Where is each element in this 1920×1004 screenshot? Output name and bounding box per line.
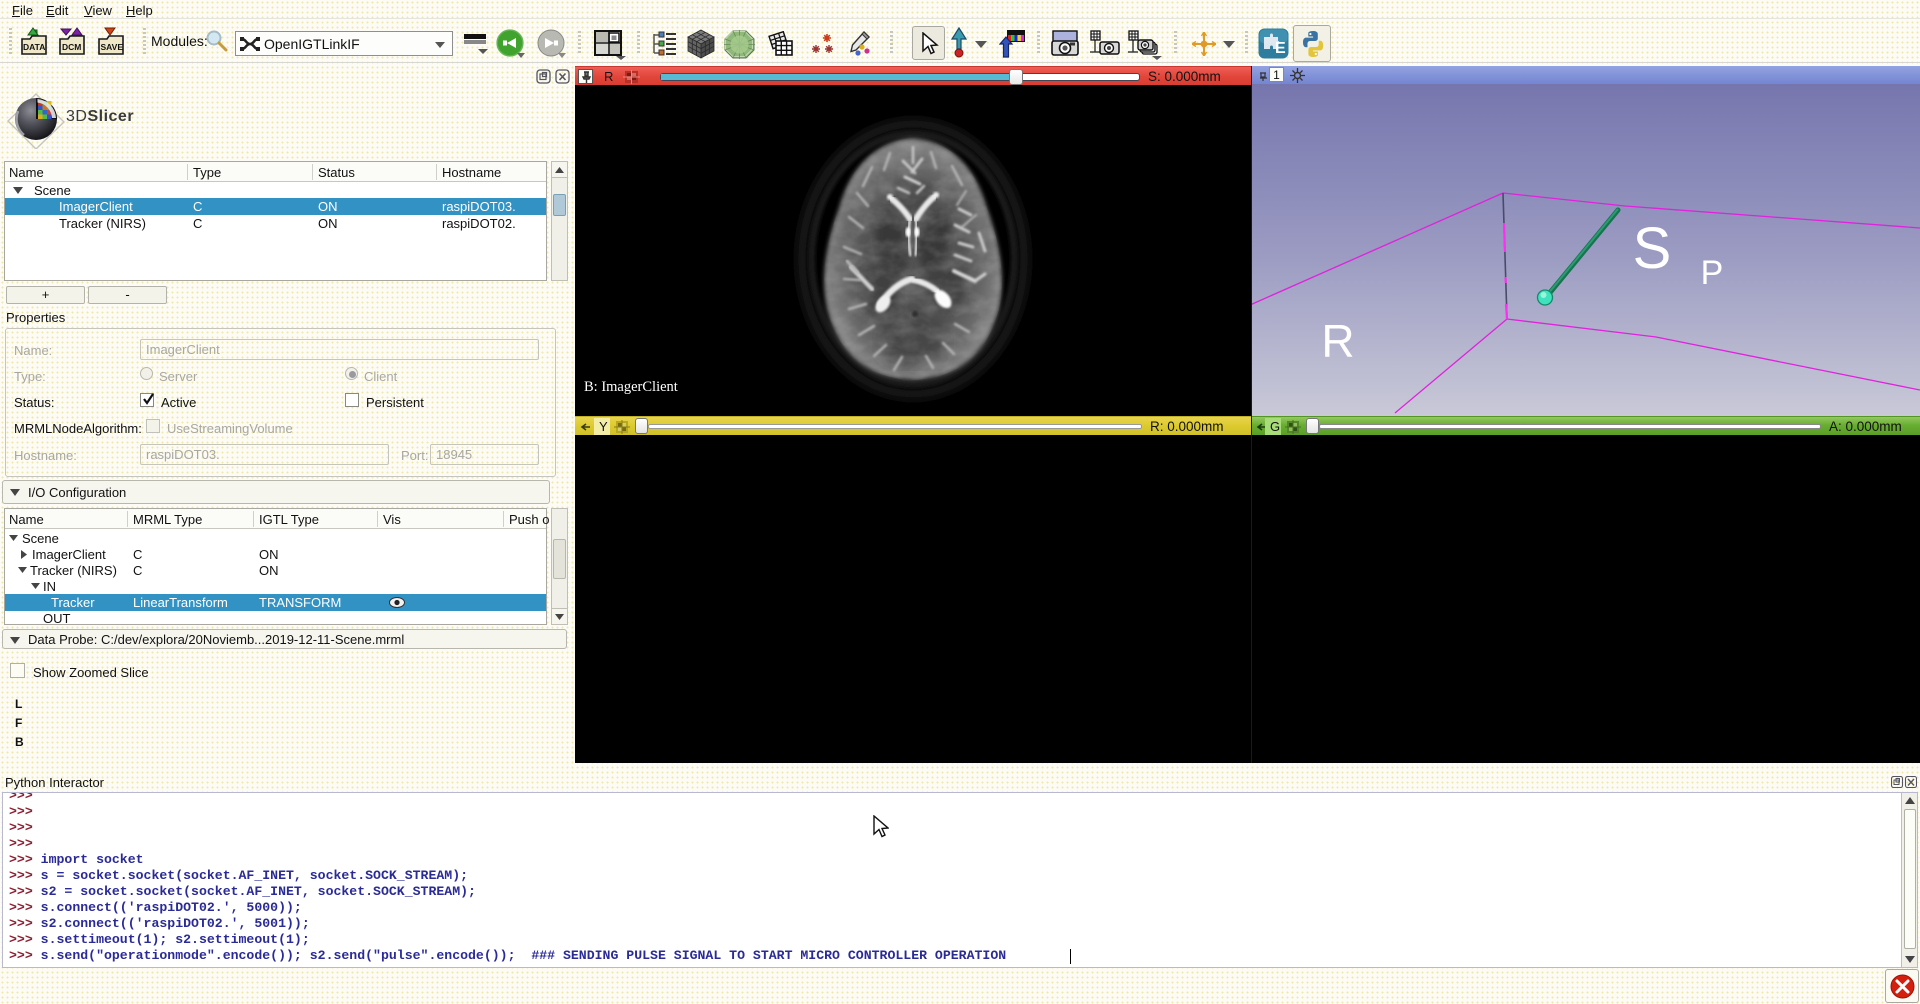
svg-text:R: R (1321, 315, 1354, 367)
svg-text:E: E (1275, 40, 1286, 57)
svg-text:DATA: DATA (23, 42, 45, 52)
svg-text:SAVE: SAVE (101, 42, 124, 52)
svg-text:DCM: DCM (62, 42, 81, 52)
svg-text:P: P (1701, 254, 1724, 292)
svg-text:S: S (1633, 216, 1672, 281)
